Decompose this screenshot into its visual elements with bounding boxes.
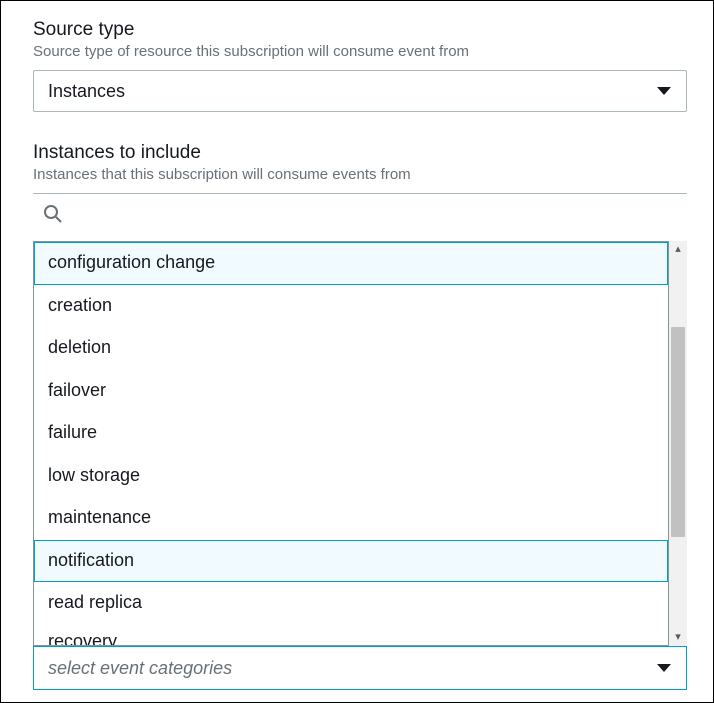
option-creation[interactable]: creation — [34, 285, 668, 328]
caret-down-icon — [656, 663, 672, 673]
scroll-up-icon[interactable]: ▴ — [675, 244, 681, 255]
instances-label: Instances to include — [33, 142, 687, 164]
option-list: configuration change creation deletion f… — [33, 241, 669, 646]
caret-down-icon — [656, 86, 672, 96]
scrollbar-thumb[interactable] — [671, 327, 685, 537]
source-type-value: Instances — [48, 81, 125, 102]
scroll-down-icon[interactable]: ▾ — [675, 632, 681, 643]
option-notification[interactable]: notification — [34, 540, 668, 583]
option-maintenance[interactable]: maintenance — [34, 497, 668, 540]
search-icon — [43, 204, 63, 229]
option-recovery[interactable]: recovery — [34, 625, 668, 647]
option-configuration-change[interactable]: configuration change — [34, 242, 668, 285]
search-input[interactable] — [63, 207, 687, 227]
option-read-replica[interactable]: read replica — [34, 582, 668, 625]
option-deletion[interactable]: deletion — [34, 327, 668, 370]
search-box[interactable] — [33, 193, 687, 239]
source-type-label: Source type — [33, 19, 687, 41]
options-dropdown: configuration change creation deletion f… — [33, 241, 687, 646]
scrollbar-track[interactable] — [669, 257, 687, 630]
scrollbar[interactable]: ▴ ▾ — [669, 241, 687, 646]
option-failure[interactable]: failure — [34, 412, 668, 455]
source-type-description: Source type of resource this subscriptio… — [33, 43, 687, 60]
option-low-storage[interactable]: low storage — [34, 455, 668, 498]
source-type-select[interactable]: Instances — [33, 70, 687, 112]
instances-description: Instances that this subscription will co… — [33, 166, 687, 183]
event-categories-placeholder: select event categories — [48, 658, 232, 679]
event-categories-select[interactable]: select event categories — [33, 646, 687, 690]
option-failover[interactable]: failover — [34, 370, 668, 413]
form-frame: Source type Source type of resource this… — [0, 0, 714, 703]
